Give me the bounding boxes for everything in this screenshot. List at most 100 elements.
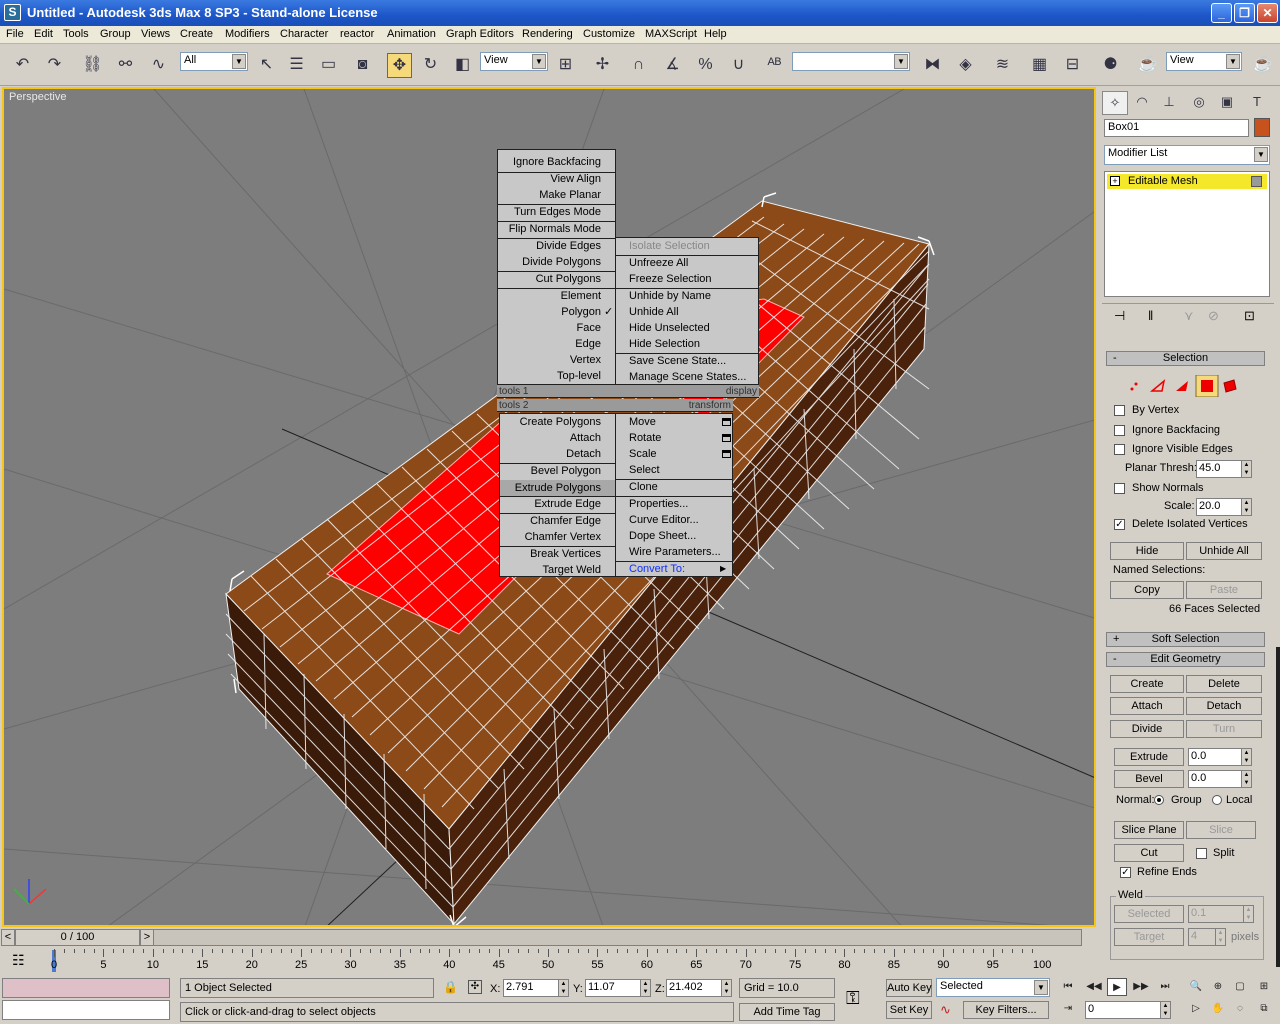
edit-named-selection-icon[interactable]: ᴬᴮ <box>762 53 787 78</box>
menu-tools[interactable]: Tools <box>63 28 89 40</box>
spinner-arrows-icon[interactable]: ▲ ▼ <box>1241 499 1251 515</box>
quad-item-break-vertices[interactable]: Break Vertices <box>500 546 615 562</box>
element-icon[interactable] <box>1223 379 1237 393</box>
minimize-button[interactable]: _ <box>1211 3 1232 23</box>
maxscript-mini-input[interactable] <box>2 1000 170 1020</box>
reference-coordinate-dropdown[interactable]: View ▼ <box>480 52 548 71</box>
render-type-dropdown[interactable]: View ▼ <box>1166 52 1242 71</box>
perspective-viewport[interactable]: Perspective Ignore Backfacing View Align… <box>2 87 1096 927</box>
vertex-icon[interactable] <box>1130 382 1138 391</box>
create-tab-icon[interactable]: ✧ <box>1102 91 1128 115</box>
extrude-amount-spinner[interactable]: 0.0 ▲ ▼ <box>1188 748 1252 766</box>
quad-item-make-planar[interactable]: Make Planar <box>498 187 615 203</box>
select-object-icon[interactable]: ↖ <box>254 53 279 78</box>
undo-icon[interactable]: ↶ <box>10 53 35 78</box>
quad-item-unhide-by-name[interactable]: Unhide by Name <box>616 288 758 304</box>
divide-button[interactable]: Divide <box>1110 720 1184 738</box>
attach-button[interactable]: Attach <box>1110 697 1184 715</box>
spinner-arrows-icon[interactable]: ▲ ▼ <box>1241 749 1251 765</box>
slice-button[interactable]: Slice <box>1186 821 1256 839</box>
goto-start-icon[interactable]: ⏮ <box>1058 978 1078 996</box>
quad-item-cut-polygons[interactable]: Cut Polygons <box>498 271 615 287</box>
edge-icon[interactable] <box>1149 379 1166 392</box>
time-slider-thumb[interactable]: 0 / 100 <box>15 929 140 946</box>
schematic-view-icon[interactable]: ⊟ <box>1060 53 1085 78</box>
quad-item-freeze-selection[interactable]: Freeze Selection <box>616 271 758 287</box>
quad-item-detach[interactable]: Detach <box>500 446 615 462</box>
3ds-max-icon[interactable]: S <box>4 4 21 21</box>
spinner-arrows-icon[interactable]: ▲ ▼ <box>558 980 568 996</box>
quad-item-move[interactable]: Move <box>616 414 732 430</box>
quad-item-ignore-backfacing[interactable]: Ignore Backfacing <box>498 154 615 170</box>
close-button[interactable]: ✕ <box>1257 3 1278 23</box>
by-vertex-checkbox[interactable] <box>1114 405 1125 416</box>
next-frame-arrow-icon[interactable]: > <box>140 929 154 946</box>
menu-graph-editors[interactable]: Graph Editors <box>446 28 514 40</box>
weld-selected-button[interactable]: Selected <box>1114 905 1184 923</box>
quad-item-isolate-selection[interactable]: Isolate Selection <box>616 238 758 254</box>
next-frame-icon[interactable]: ▶▶ <box>1131 978 1151 996</box>
quad-item-element[interactable]: Element <box>498 288 615 304</box>
quad-item-flip-normals-mode[interactable]: Flip Normals Mode <box>498 221 615 237</box>
spinner-arrows-icon[interactable]: ▲ ▼ <box>640 980 650 996</box>
mirror-icon[interactable]: ⧓ <box>920 53 945 78</box>
pivot-center-icon[interactable]: ⊞ <box>553 53 578 78</box>
quad-item-edge[interactable]: Edge <box>498 336 615 352</box>
current-frame-spinner[interactable]: 0 ▲ ▼ <box>1085 1001 1171 1019</box>
quad-item-extrude-edge[interactable]: Extrude Edge <box>500 496 615 512</box>
settings-box-icon[interactable] <box>722 450 731 458</box>
track-bar[interactable]: ☷ 0 5 10 15 20 25 30 35 40 45 50 55 60 65 70 75 80 85 90 95… <box>0 948 1098 974</box>
bevel-button[interactable]: Bevel <box>1114 770 1184 788</box>
time-slider-track[interactable] <box>140 929 1082 946</box>
z-coordinate-spinner[interactable]: 21.402 ▲ ▼ <box>666 979 732 997</box>
unlink-icon[interactable]: ⚯ <box>113 53 138 78</box>
quad-item-turn-edges-mode[interactable]: Turn Edges Mode <box>498 204 615 220</box>
motion-tab-icon[interactable]: ◎ <box>1186 91 1212 115</box>
quad-item-top-level[interactable]: Top-level <box>498 368 615 384</box>
x-coordinate-spinner[interactable]: 2.791 ▲ ▼ <box>503 979 569 997</box>
quad-item-curve-editor[interactable]: Curve Editor... <box>616 512 732 528</box>
zoom-extents-all-icon[interactable]: ⊞ <box>1254 978 1274 996</box>
ignore-backfacing-checkbox[interactable] <box>1114 425 1125 436</box>
quad-item-vertex[interactable]: Vertex <box>498 352 615 368</box>
object-name-field[interactable]: Box01 <box>1104 119 1249 137</box>
select-and-link-icon[interactable]: ⛓ <box>80 53 105 78</box>
layer-manager-icon[interactable]: ≋ <box>990 53 1015 78</box>
quad-item-target-weld[interactable]: Target Weld <box>500 562 615 578</box>
settings-box-icon[interactable] <box>722 434 731 442</box>
snaps-toggle-icon[interactable]: ∩ <box>626 53 651 78</box>
selection-filter-dropdown[interactable]: All ▼ <box>180 52 248 71</box>
quad-item-chamfer-edge[interactable]: Chamfer Edge <box>500 513 615 529</box>
angle-snap-icon[interactable]: ∡ <box>660 53 685 78</box>
detach-button[interactable]: Detach <box>1186 697 1262 715</box>
pan-view-icon[interactable]: ✋ <box>1208 1000 1228 1018</box>
menu-character[interactable]: Character <box>280 28 328 40</box>
quad-item-wire-parameters[interactable]: Wire Parameters... <box>616 544 732 560</box>
zoom-extents-icon[interactable]: ▢ <box>1230 978 1250 996</box>
render-scene-icon[interactable]: ☕ <box>1135 53 1160 78</box>
pin-stack-icon[interactable]: ⊣ <box>1114 308 1125 324</box>
field-of-view-icon[interactable]: ▷ <box>1186 1000 1206 1018</box>
percent-snap-icon[interactable]: % <box>693 53 718 78</box>
restore-button[interactable]: ❐ <box>1234 3 1255 23</box>
show-end-result-icon[interactable]: ‖ <box>1148 308 1153 323</box>
redo-icon[interactable]: ↷ <box>42 53 67 78</box>
goto-end-icon[interactable]: ⏭ <box>1155 978 1175 996</box>
key-mode-toggle-icon[interactable]: ⇥ <box>1058 1000 1078 1018</box>
menu-modifiers[interactable]: Modifiers <box>225 28 270 40</box>
scale-icon[interactable]: ◧ <box>450 53 475 78</box>
select-by-name-icon[interactable]: ☰ <box>284 53 309 78</box>
key-filters-button[interactable]: Key Filters... <box>963 1001 1049 1019</box>
quad-item-clone[interactable]: Clone <box>616 479 732 495</box>
stack-item-editable-mesh[interactable]: + Editable Mesh <box>1107 174 1267 189</box>
ignore-visible-edges-checkbox[interactable] <box>1114 444 1125 455</box>
prev-frame-arrow-icon[interactable]: < <box>1 929 15 946</box>
quick-render-icon[interactable]: ☕ <box>1250 53 1275 78</box>
menu-rendering[interactable]: Rendering <box>522 28 573 40</box>
menu-help[interactable]: Help <box>704 28 727 40</box>
planar-thresh-spinner[interactable]: 45.0 ▲ ▼ <box>1196 460 1252 478</box>
bevel-amount-spinner[interactable]: 0.0 ▲ ▼ <box>1188 770 1252 788</box>
quad-item-scale[interactable]: Scale <box>616 446 732 462</box>
modify-tab-icon[interactable]: ◠ <box>1129 91 1155 115</box>
polygon-icon[interactable] <box>1195 375 1219 397</box>
